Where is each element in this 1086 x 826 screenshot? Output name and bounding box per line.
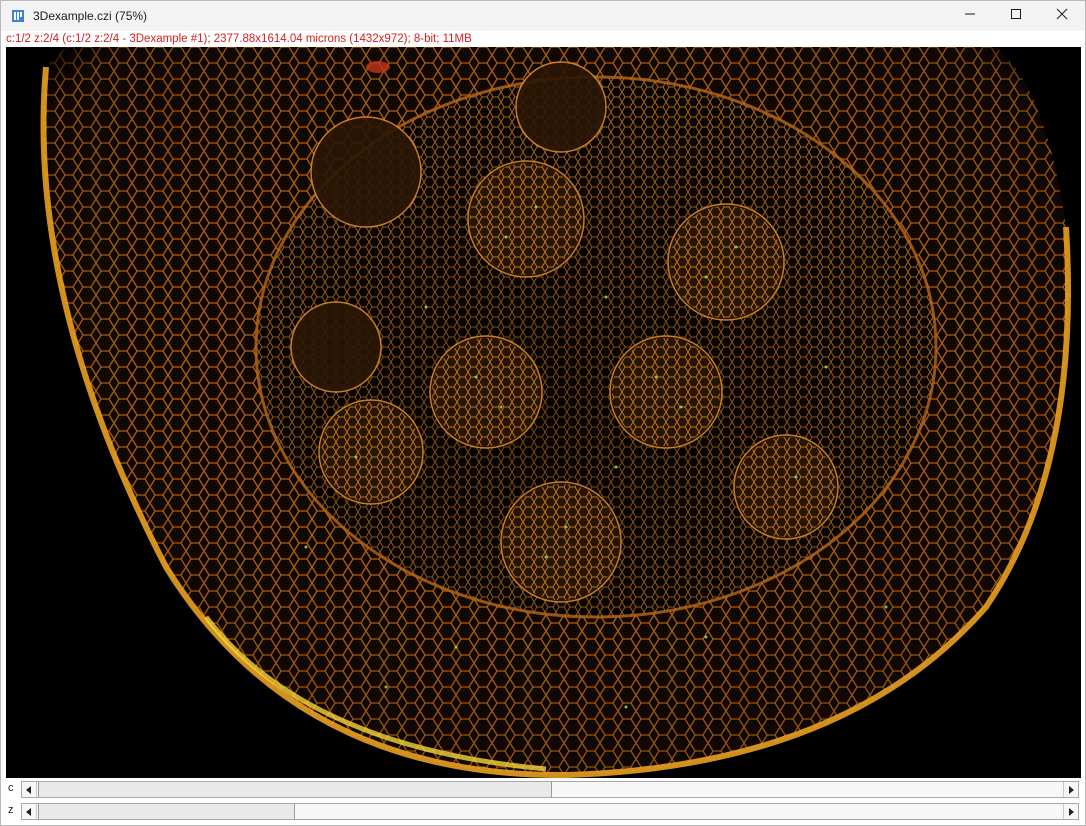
minimize-button[interactable] (947, 1, 993, 31)
z-slider[interactable] (21, 803, 1079, 820)
arrow-right-icon (1068, 803, 1074, 821)
imagej-window-icon (11, 9, 25, 23)
channel-slider-label: c (8, 782, 14, 794)
channel-slider-left-button[interactable] (22, 782, 37, 797)
arrow-left-icon (26, 781, 32, 799)
maximize-button[interactable] (993, 1, 1039, 31)
z-slider-thumb[interactable] (38, 804, 295, 819)
channel-slider[interactable] (21, 781, 1079, 798)
image-info-line: c:1/2 z:2/4 (c:1/2 z:2/4 - 3Dexample #1)… (6, 33, 472, 45)
window-title: 3Dexample.czi (75%) (33, 9, 148, 23)
channel-slider-right-button[interactable] (1063, 782, 1078, 797)
z-slider-left-button[interactable] (22, 804, 37, 819)
z-slider-right-button[interactable] (1063, 804, 1078, 819)
z-slider-row: z (1, 802, 1085, 822)
close-icon (1056, 7, 1068, 25)
z-slider-label: z (8, 804, 14, 816)
image-window: 3Dexample.czi (75%) c:1/2 z:2/4 (c:1/2 z… (0, 0, 1086, 826)
stem-cross-section-image (6, 47, 1081, 778)
title-bar[interactable]: 3Dexample.czi (75%) (1, 1, 1085, 31)
minimize-icon (964, 7, 976, 25)
channel-slider-row: c (1, 780, 1085, 800)
maximize-icon (1010, 7, 1022, 25)
image-canvas[interactable] (6, 47, 1081, 778)
close-button[interactable] (1039, 1, 1085, 31)
arrow-left-icon (26, 803, 32, 821)
channel-slider-thumb[interactable] (38, 782, 552, 797)
arrow-right-icon (1068, 781, 1074, 799)
